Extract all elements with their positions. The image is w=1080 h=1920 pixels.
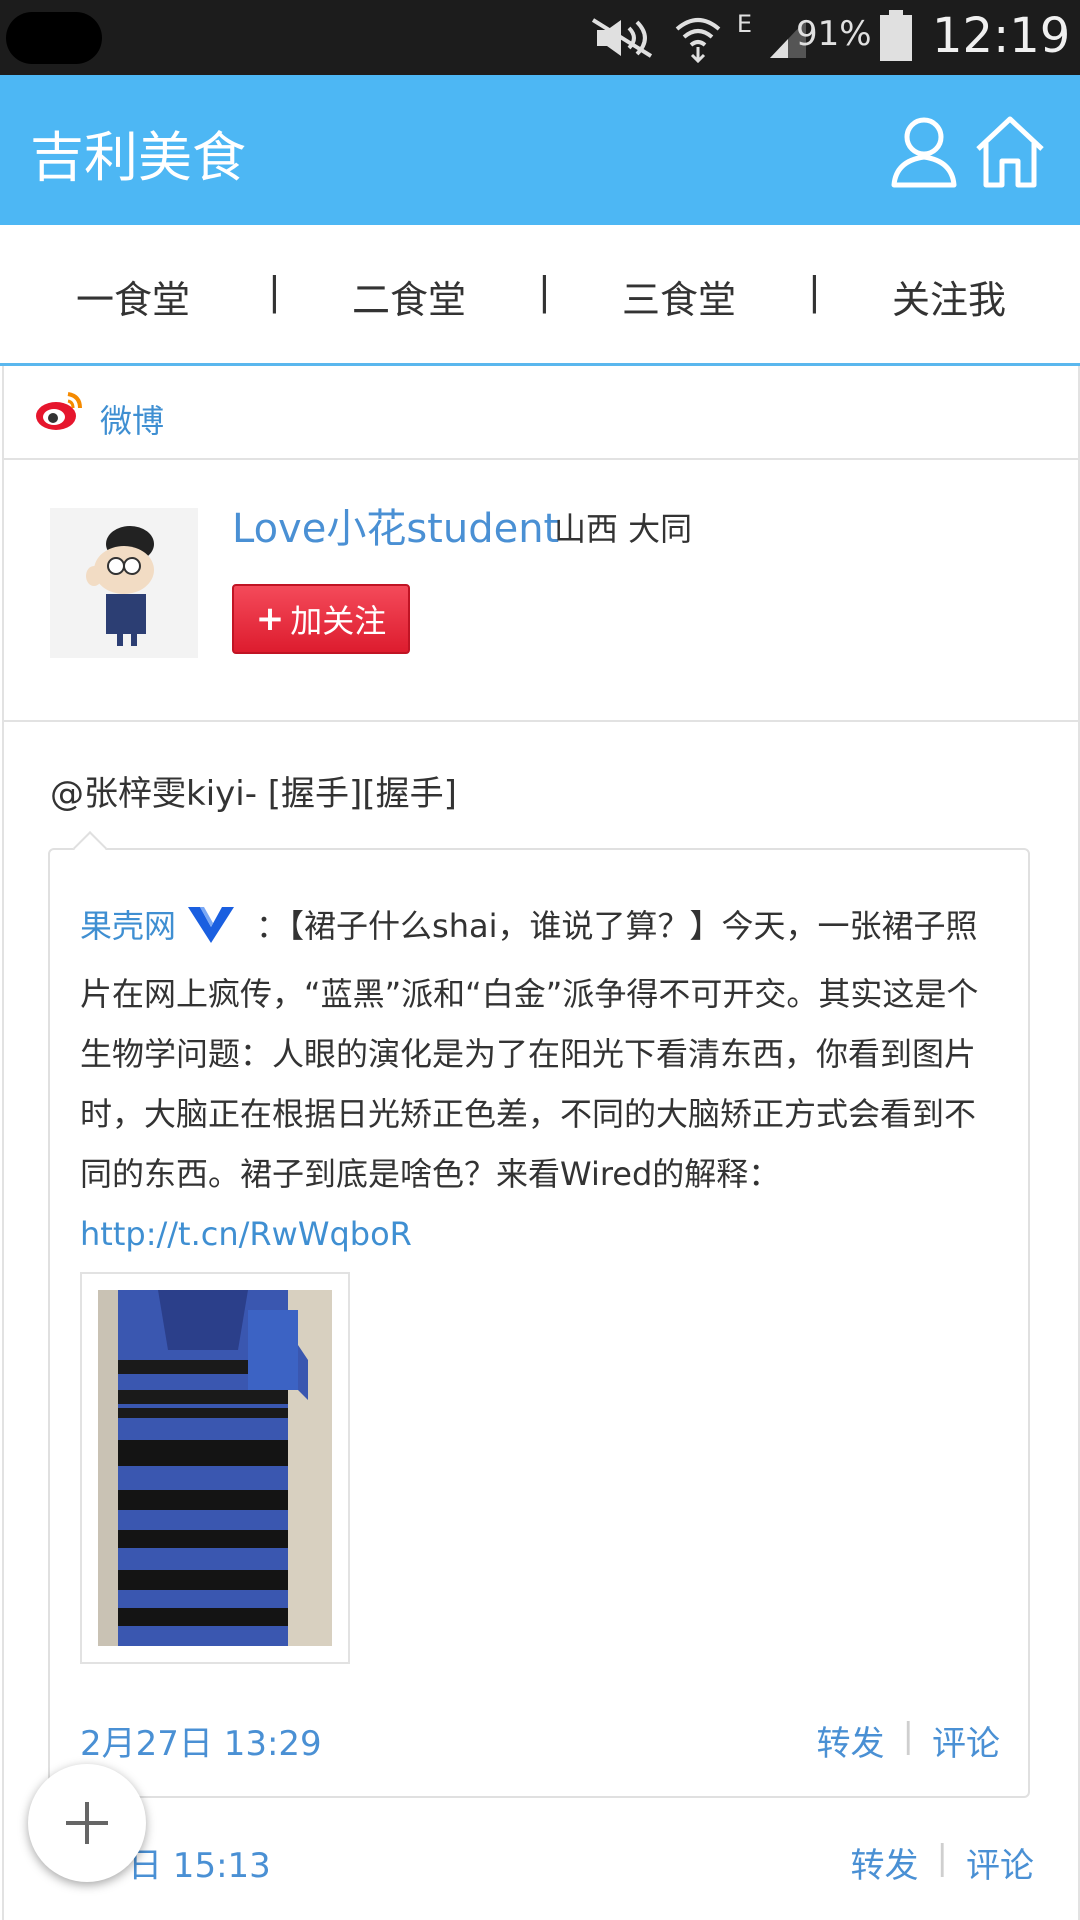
clock: 12:19 [932,8,1071,64]
user-button[interactable] [886,111,962,191]
quoted-timestamp[interactable]: 2月27日 13:29 [80,1716,322,1765]
add-icon: + [255,599,285,639]
canteen-tabs: 一食堂 | 二食堂 | 三食堂 | 关注我 [0,225,1080,366]
action-divider: | [902,1716,914,1756]
follow-button[interactable]: + 加关注 [232,584,410,654]
quoted-colon: ： [256,907,289,945]
tab-canteen-1[interactable]: 一食堂 [76,269,190,324]
post-text: @张梓雯kiyi- [握手][握手] [50,774,457,814]
notification-blob [6,12,102,64]
battery-icon [878,10,914,62]
status-bar: E 91% 12:19 [0,0,1080,75]
wifi-icon [673,13,723,63]
dress-photo-thumbnail[interactable] [80,1272,350,1664]
app-bar: 吉利美食 [0,75,1080,225]
mute-icon [589,16,659,60]
follow-label: 加关注 [290,602,387,640]
post-timestamp[interactable]: 日 15:13 [128,1838,271,1887]
battery-percent: 91% [796,14,872,54]
tab-separator: | [538,269,551,313]
user-location: 山西 大同 [554,510,693,548]
tab-separator: | [268,269,281,313]
tab-separator: | [808,269,821,313]
quoted-comment-link[interactable]: 评论 [932,1716,1000,1765]
avatar[interactable] [50,508,198,658]
action-divider: | [936,1838,948,1878]
username-link[interactable]: Love小花student [232,496,559,554]
quoted-post-content: 果壳网 ：【裙子什么shai，谁说了算？】今天，一张裙子照片在网上疯传，“蓝黑”派… [80,896,1000,1264]
post-actions: 转发 | 评论 [851,1838,1034,1887]
weibo-bar: 微博 [2,366,1080,460]
profile-card: Love小花student 山西 大同 + 加关注 [2,460,1080,722]
tab-canteen-3[interactable]: 三食堂 [622,269,736,324]
network-type: E [736,10,752,38]
post-comment-link[interactable]: 评论 [966,1838,1034,1887]
tab-canteen-2[interactable]: 二食堂 [352,269,466,324]
home-button[interactable] [972,111,1048,191]
weibo-logo-icon [34,388,86,434]
quoted-actions: 转发 | 评论 [817,1716,1000,1765]
status-icons: E [589,10,810,64]
quoted-author-link[interactable]: 果壳网 [80,907,176,945]
quoted-link[interactable]: http://t.cn/RwWqboR [80,1215,412,1253]
post-repost-link[interactable]: 转发 [851,1838,919,1887]
add-fab-button[interactable] [28,1764,146,1882]
tab-follow-me[interactable]: 关注我 [892,269,1006,324]
app-title: 吉利美食 [30,126,246,189]
home-icon [976,116,1044,188]
user-icon [891,117,957,188]
weibo-label[interactable]: 微博 [100,396,164,442]
quoted-repost-link[interactable]: 转发 [817,1716,885,1765]
verified-v-icon [186,904,236,964]
add-icon [66,1802,108,1844]
